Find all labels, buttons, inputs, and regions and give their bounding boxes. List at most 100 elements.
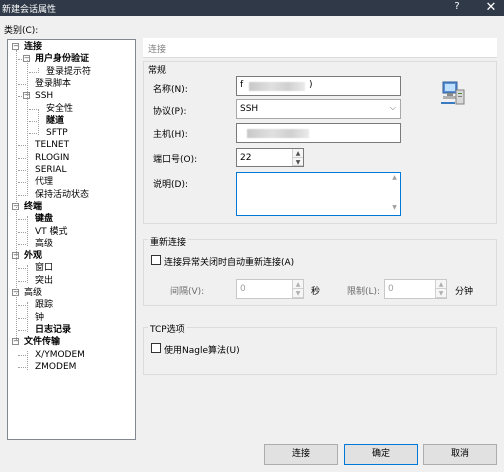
spin-up-icon[interactable]: ▲ <box>293 280 303 289</box>
tree-line <box>18 268 26 270</box>
spin-up-icon[interactable]: ▲ <box>436 280 446 289</box>
tree-item[interactable]: 登录提示符 <box>46 66 91 78</box>
tree-item[interactable]: SSH <box>35 90 53 102</box>
tree-item[interactable]: 连接 <box>24 41 42 53</box>
auto-reconnect-checkbox[interactable] <box>151 255 161 265</box>
panel-header: 连接 <box>143 38 497 58</box>
port-label: 端口号(O): <box>153 155 198 165</box>
interval-input[interactable]: 0 ▲ ▼ <box>236 279 304 299</box>
tree-item[interactable]: 终端 <box>24 201 42 213</box>
tree-item[interactable]: TELNET <box>35 139 69 151</box>
scroll-down-icon[interactable]: ▼ <box>390 204 399 211</box>
tree-line <box>18 280 26 282</box>
spin-down-icon[interactable]: ▼ <box>293 289 303 298</box>
description-label: 说明(D): <box>153 180 188 190</box>
tree-line <box>29 71 37 73</box>
port-spinner[interactable]: ▲ ▼ <box>292 149 303 166</box>
category-label: 类别(C): <box>4 26 39 36</box>
reconnect-group-title: 重新连接 <box>148 235 189 248</box>
limit-spinner[interactable]: ▲ ▼ <box>435 280 446 298</box>
ok-button[interactable]: 确定 <box>344 444 418 465</box>
tree-line <box>27 60 28 196</box>
auto-reconnect-label[interactable]: 连接异常关闭时自动重新连接(A) <box>164 255 294 268</box>
nagle-checkbox[interactable] <box>151 343 161 353</box>
tree-line <box>29 108 37 110</box>
limit-input[interactable]: 0 ▲ ▼ <box>384 279 447 299</box>
tree-line <box>16 50 17 340</box>
tree-line <box>27 351 28 370</box>
close-button[interactable]: ✕ <box>484 0 498 15</box>
tree-line <box>18 231 26 233</box>
tree-item[interactable]: 突出 <box>35 275 53 287</box>
tree-item[interactable]: 隧道 <box>46 115 64 127</box>
category-tree[interactable]: 连接 − 用户身份验证 − 登录提示符 登录脚本 SSH − 安全性 隧道 SFTP TELNET RL… <box>7 39 136 440</box>
tree-item[interactable]: 外观 <box>24 250 42 262</box>
host-input[interactable] <box>236 123 401 143</box>
limit-value: 0 <box>388 284 394 294</box>
tree-line <box>27 216 28 246</box>
protocol-select[interactable]: SSH ⌵ <box>236 99 401 119</box>
tree-line <box>18 194 26 196</box>
interval-label: 间隔(V): <box>170 287 205 297</box>
host-label: 主机(H): <box>153 130 188 140</box>
tree-item[interactable]: 窗口 <box>35 262 53 274</box>
title-bar: 新建会话属性 ? ✕ <box>0 0 504 16</box>
tree-line <box>18 243 26 245</box>
interval-spinner[interactable]: ▲ ▼ <box>292 280 303 298</box>
protocol-value: SSH <box>240 104 259 114</box>
tree-item[interactable]: 键盘 <box>35 213 53 225</box>
collapse-toggle-icon[interactable]: − <box>12 43 19 50</box>
tree-line <box>27 265 28 283</box>
protocol-label: 协议(P): <box>153 107 187 117</box>
tree-item[interactable]: SERIAL <box>35 164 66 176</box>
tree-line <box>18 182 26 184</box>
tree-item[interactable]: ZMODEM <box>35 361 76 373</box>
tree-line <box>18 157 26 159</box>
tree-item[interactable]: 高级 <box>35 238 53 250</box>
tree-line <box>18 83 26 85</box>
spin-up-icon[interactable]: ▲ <box>293 149 303 158</box>
spin-down-icon[interactable]: ▼ <box>436 289 446 298</box>
name-value-prefix: f <box>240 80 244 90</box>
name-value-redacted <box>249 82 305 91</box>
tree-line <box>18 145 26 147</box>
tree-item[interactable]: 文件传输 <box>24 336 60 348</box>
name-input[interactable]: f ) <box>236 76 401 96</box>
tree-item[interactable]: VT 模式 <box>35 226 68 238</box>
name-label: 名称(N): <box>153 85 188 95</box>
tree-line <box>18 366 26 368</box>
tree-line <box>38 109 39 135</box>
tree-line <box>18 170 26 171</box>
interval-value: 0 <box>240 284 246 294</box>
tree-item[interactable]: 钟 <box>35 312 44 324</box>
general-group-title: 常规 <box>148 66 167 76</box>
tree-line <box>18 317 26 319</box>
tree-item[interactable]: 用户身份验证 <box>35 53 89 65</box>
connect-button[interactable]: 连接 <box>264 444 338 465</box>
spin-down-icon[interactable]: ▼ <box>293 157 303 166</box>
scroll-up-icon[interactable]: ▲ <box>390 174 399 186</box>
help-button[interactable]: ? <box>451 1 463 12</box>
tree-item[interactable]: 保持活动状态 <box>35 189 89 201</box>
network-computer-icon <box>440 80 466 106</box>
window-title: 新建会话属性 <box>2 5 57 15</box>
nagle-label[interactable]: 使用Nagle算法(U) <box>164 343 240 356</box>
tree-line <box>18 305 26 307</box>
tree-line <box>29 120 37 122</box>
tree-item[interactable]: 日志记录 <box>35 324 71 336</box>
description-textarea[interactable]: ▲ ▼ <box>236 172 401 216</box>
description-scrollbar[interactable]: ▲ ▼ <box>390 174 399 211</box>
tree-item[interactable]: X/YMODEM <box>35 349 85 361</box>
tree-item[interactable]: 代理 <box>35 176 53 188</box>
tree-item[interactable]: SFTP <box>46 127 68 139</box>
limit-unit: 分钟 <box>455 287 474 297</box>
tree-item[interactable]: 高级 <box>24 287 42 299</box>
tree-item[interactable]: RLOGIN <box>35 152 69 164</box>
tree-item[interactable]: 安全性 <box>46 103 73 115</box>
tree-item[interactable]: 跟踪 <box>35 299 53 311</box>
tree-line <box>18 354 26 356</box>
host-value-redacted <box>247 129 309 138</box>
tree-item[interactable]: 登录脚本 <box>35 78 71 90</box>
cancel-button[interactable]: 取消 <box>423 444 497 465</box>
port-input[interactable]: 22 ▲ ▼ <box>236 148 304 167</box>
